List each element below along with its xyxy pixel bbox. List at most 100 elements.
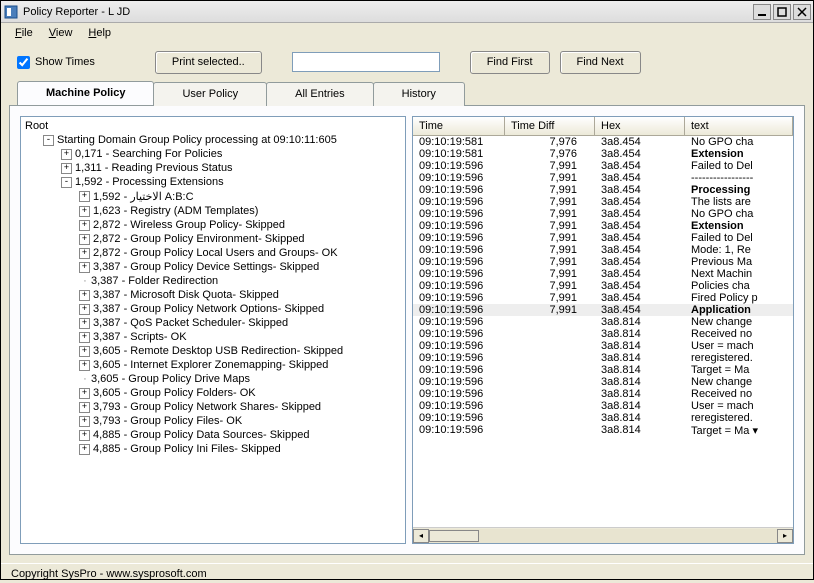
scroll-right-button[interactable]: ▸ (777, 529, 793, 543)
collapse-icon[interactable]: - (61, 177, 72, 188)
list-row[interactable]: 09:10:19:5817,9763a8.454Extension (413, 148, 793, 160)
list-row[interactable]: 09:10:19:5817,9763a8.454No GPO cha (413, 136, 793, 148)
expand-icon[interactable]: + (79, 290, 90, 301)
tree-node[interactable]: +3,387 - Microsoft Disk Quota- Skipped (23, 288, 403, 302)
tree-node[interactable]: ·3,387 - Folder Redirection (23, 274, 403, 288)
list-row[interactable]: 09:10:19:5967,9913a8.454No GPO cha (413, 208, 793, 220)
list-row[interactable]: 09:10:19:5963a8.814User = mach (413, 400, 793, 412)
horizontal-scrollbar[interactable]: ◂ ▸ (413, 527, 793, 543)
list-row[interactable]: 09:10:19:5967,9913a8.454Processing (413, 184, 793, 196)
expand-icon[interactable]: + (79, 220, 90, 231)
tree-node[interactable]: +2,872 - Group Policy Local Users and Gr… (23, 246, 403, 260)
expand-icon[interactable]: + (61, 149, 72, 160)
scroll-thumb[interactable] (429, 530, 479, 542)
expand-icon[interactable]: + (61, 163, 72, 174)
tree-node[interactable]: +4,885 - Group Policy Ini Files- Skipped (23, 442, 403, 456)
tree-node[interactable]: +4,885 - Group Policy Data Sources- Skip… (23, 428, 403, 442)
list-row[interactable]: 09:10:19:5967,9913a8.454Application (413, 304, 793, 316)
tree-node[interactable]: +3,793 - Group Policy Files- OK (23, 414, 403, 428)
tree-node[interactable]: +2,872 - Group Policy Environment- Skipp… (23, 232, 403, 246)
menu-file[interactable]: File (9, 25, 39, 41)
tree-node[interactable]: -Starting Domain Group Policy processing… (23, 133, 403, 147)
list-row[interactable]: 09:10:19:5963a8.814New change (413, 316, 793, 328)
expand-icon[interactable]: + (79, 248, 90, 259)
maximize-button[interactable] (773, 4, 791, 20)
tree-node[interactable]: Root (23, 119, 403, 133)
expand-icon[interactable]: + (79, 430, 90, 441)
col-time-diff[interactable]: Time Diff (505, 117, 595, 135)
list-row[interactable]: 09:10:19:5963a8.814Target = Ma ▾ (413, 424, 793, 437)
find-first-button[interactable]: Find First (470, 51, 550, 74)
show-times-checkbox[interactable]: Show Times (17, 56, 95, 69)
list-row[interactable]: 09:10:19:5963a8.814User = mach (413, 340, 793, 352)
col-hex[interactable]: Hex (595, 117, 685, 135)
find-next-button[interactable]: Find Next (560, 51, 641, 74)
list-row[interactable]: 09:10:19:5967,9913a8.454Extension (413, 220, 793, 232)
expand-icon[interactable]: + (79, 206, 90, 217)
list-row[interactable]: 09:10:19:5967,9913a8.454Previous Ma (413, 256, 793, 268)
close-button[interactable] (793, 4, 811, 20)
tab-all-entries[interactable]: All Entries (266, 82, 374, 106)
list-row[interactable]: 09:10:19:5967,9913a8.454----------------… (413, 172, 793, 184)
tree-node[interactable]: ·3,605 - Group Policy Drive Maps (23, 372, 403, 386)
expand-icon[interactable]: + (79, 191, 90, 202)
tree-node[interactable]: +3,387 - Group Policy Network Options- S… (23, 302, 403, 316)
expand-icon[interactable]: + (79, 346, 90, 357)
tab-machine-policy[interactable]: Machine Policy (17, 81, 154, 105)
minimize-button[interactable] (753, 4, 771, 20)
menu-view[interactable]: View (43, 25, 79, 41)
list-row[interactable]: 09:10:19:5963a8.814reregistered. (413, 412, 793, 424)
tree-label: 3,793 - Group Policy Files- OK (93, 415, 242, 427)
tree-node[interactable]: +3,387 - QoS Packet Scheduler- Skipped (23, 316, 403, 330)
expand-icon[interactable]: + (79, 234, 90, 245)
collapse-icon[interactable]: - (43, 135, 54, 146)
expand-icon[interactable]: + (79, 360, 90, 371)
scroll-track[interactable] (429, 529, 777, 543)
tree-node[interactable]: +0,171 - Searching For Policies (23, 147, 403, 161)
list-row[interactable]: 09:10:19:5967,9913a8.454Next Machin (413, 268, 793, 280)
expand-icon[interactable]: + (79, 332, 90, 343)
list-row[interactable]: 09:10:19:5967,9913a8.454Fired Policy p (413, 292, 793, 304)
expand-icon[interactable]: + (79, 388, 90, 399)
cell-diff: 7,991 (505, 220, 595, 232)
list-view[interactable]: Time Time Diff Hex text 09:10:19:5817,97… (412, 116, 794, 544)
expand-icon[interactable]: + (79, 416, 90, 427)
tree-node[interactable]: +3,605 - Group Policy Folders- OK (23, 386, 403, 400)
expand-icon[interactable]: + (79, 444, 90, 455)
search-input[interactable] (292, 52, 440, 72)
tab-history[interactable]: History (373, 82, 465, 106)
tree-node[interactable]: +3,387 - Group Policy Device Settings- S… (23, 260, 403, 274)
col-text[interactable]: text (685, 117, 793, 135)
tree-node[interactable]: +3,605 - Remote Desktop USB Redirection-… (23, 344, 403, 358)
tree-node[interactable]: +1,623 - Registry (ADM Templates) (23, 204, 403, 218)
list-body[interactable]: 09:10:19:5817,9763a8.454No GPO cha09:10:… (413, 136, 793, 527)
scroll-left-button[interactable]: ◂ (413, 529, 429, 543)
expand-icon[interactable]: + (79, 262, 90, 273)
list-row[interactable]: 09:10:19:5967,9913a8.454Failed to Del (413, 232, 793, 244)
tree-node[interactable]: +1,311 - Reading Previous Status (23, 161, 403, 175)
expand-icon[interactable]: + (79, 304, 90, 315)
menu-help[interactable]: Help (82, 25, 117, 41)
col-time[interactable]: Time (413, 117, 505, 135)
tree-node[interactable]: +1,592 - الاختيار A:B:C (23, 189, 403, 204)
expand-icon[interactable]: + (79, 318, 90, 329)
list-row[interactable]: 09:10:19:5967,9913a8.454Failed to Del (413, 160, 793, 172)
expand-icon[interactable]: + (79, 402, 90, 413)
tree-node[interactable]: -1,592 - Processing Extensions (23, 175, 403, 189)
tab-user-policy[interactable]: User Policy (153, 82, 267, 106)
list-row[interactable]: 09:10:19:5963a8.814New change (413, 376, 793, 388)
tree-node[interactable]: +3,387 - Scripts- OK (23, 330, 403, 344)
list-row[interactable]: 09:10:19:5963a8.814Received no (413, 388, 793, 400)
tree-view[interactable]: Root-Starting Domain Group Policy proces… (20, 116, 406, 544)
tree-node[interactable]: +3,793 - Group Policy Network Shares- Sk… (23, 400, 403, 414)
print-selected-button[interactable]: Print selected.. (155, 51, 262, 74)
list-row[interactable]: 09:10:19:5967,9913a8.454The lists are (413, 196, 793, 208)
tree-node[interactable]: +3,605 - Internet Explorer Zonemapping- … (23, 358, 403, 372)
list-row[interactable]: 09:10:19:5963a8.814reregistered. (413, 352, 793, 364)
list-row[interactable]: 09:10:19:5967,9913a8.454Mode: 1, Re (413, 244, 793, 256)
list-row[interactable]: 09:10:19:5963a8.814Received no (413, 328, 793, 340)
tree-node[interactable]: +2,872 - Wireless Group Policy- Skipped (23, 218, 403, 232)
list-row[interactable]: 09:10:19:5967,9913a8.454Policies cha (413, 280, 793, 292)
show-times-input[interactable] (17, 56, 30, 69)
list-row[interactable]: 09:10:19:5963a8.814Target = Ma (413, 364, 793, 376)
